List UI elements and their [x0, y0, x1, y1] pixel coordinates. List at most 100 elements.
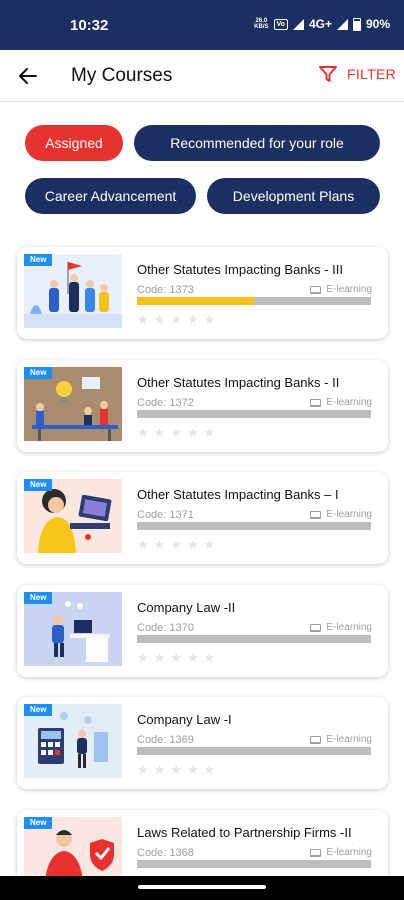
star-icon: ★ — [186, 425, 199, 440]
new-badge: New — [24, 817, 53, 829]
laptop-icon — [310, 623, 322, 632]
star-icon: ★ — [170, 537, 182, 552]
star-icon: ★ — [203, 312, 216, 327]
status-bar: 10:32 26.0 KB/S Vo 4G+ 90% — [0, 0, 404, 50]
laptop-icon — [310, 398, 322, 407]
star-icon: ★ — [153, 762, 166, 777]
progress-bar — [137, 297, 371, 305]
course-code: Code: 1370 — [137, 622, 194, 634]
course-thumbnail: New — [24, 367, 122, 441]
laptop-icon — [310, 285, 322, 294]
signal-icon — [292, 18, 304, 30]
status-time: 10:32 — [70, 17, 109, 34]
volte-icon: Vo — [273, 18, 288, 30]
app-bar: My Courses FILTER — [0, 50, 404, 102]
page-title: My Courses — [71, 65, 173, 86]
course-title: Company Law -II — [137, 600, 236, 615]
new-badge: New — [24, 367, 53, 379]
data-rate-indicator: 26.0 KB/S — [254, 18, 269, 30]
course-card[interactable]: New Company Law -I Code: 1369 E-learning… — [17, 697, 388, 789]
back-arrow-icon — [19, 68, 37, 84]
star-icon: ★ — [203, 537, 216, 552]
star-icon: ★ — [137, 312, 149, 327]
laptop-icon — [310, 510, 322, 519]
chip-career-advancement[interactable]: Career Advancement — [25, 178, 196, 214]
star-icon: ★ — [137, 650, 149, 665]
star-icon: ★ — [137, 762, 149, 777]
status-icons: 26.0 KB/S Vo 4G+ 90% — [254, 17, 390, 31]
course-type-label: E-learning — [326, 622, 372, 633]
course-card[interactable]: New Other Statutes Impacting Banks - II … — [17, 360, 388, 452]
course-code: Code: 1372 — [137, 397, 194, 409]
signal-icon-2 — [336, 18, 348, 30]
course-thumbnail: New — [24, 704, 122, 778]
course-type: E-learning — [310, 847, 372, 858]
star-icon: ★ — [203, 650, 216, 665]
rating-stars: ★ ★ ★ ★ ★ — [137, 313, 215, 326]
course-thumbnail: New — [24, 254, 122, 328]
star-icon: ★ — [186, 312, 199, 327]
star-icon: ★ — [137, 425, 149, 440]
course-code: Code: 1369 — [137, 734, 194, 746]
course-card[interactable]: New Other Statutes Impacting Banks - III… — [17, 247, 388, 339]
star-icon: ★ — [186, 650, 199, 665]
rating-stars: ★ ★ ★ ★ ★ — [137, 763, 215, 776]
course-title: Other Statutes Impacting Banks - II — [137, 375, 340, 390]
new-badge: New — [24, 704, 53, 716]
course-title: Company Law -I — [137, 712, 232, 727]
gesture-nav-bar — [0, 876, 404, 900]
star-icon: ★ — [170, 425, 182, 440]
progress-bar — [137, 860, 371, 868]
course-card[interactable]: New Company Law -II Code: 1370 E-learnin… — [17, 585, 388, 677]
star-icon: ★ — [153, 537, 166, 552]
course-type-label: E-learning — [326, 847, 372, 858]
laptop-icon — [310, 735, 322, 744]
course-type: E-learning — [310, 509, 372, 520]
course-card[interactable]: New Other Statutes Impacting Banks – I C… — [17, 472, 388, 564]
progress-bar — [137, 522, 371, 530]
course-type-label: E-learning — [326, 397, 372, 408]
funnel-icon — [319, 66, 337, 82]
course-thumbnail: New — [24, 479, 122, 553]
star-icon: ★ — [186, 762, 199, 777]
course-type-label: E-learning — [326, 734, 372, 745]
rating-stars: ★ ★ ★ ★ ★ — [137, 538, 215, 551]
battery-icon — [352, 17, 361, 31]
course-title: Other Statutes Impacting Banks – I — [137, 487, 339, 502]
course-thumbnail: New — [24, 592, 122, 666]
progress-bar — [137, 635, 371, 643]
star-icon: ★ — [170, 762, 182, 777]
course-type-label: E-learning — [326, 284, 372, 295]
rating-stars: ★ ★ ★ ★ ★ — [137, 651, 215, 664]
course-title: Laws Related to Partnership Firms -II — [137, 825, 352, 840]
chip-recommended[interactable]: Recommended for your role — [134, 125, 380, 161]
new-badge: New — [24, 479, 53, 491]
laptop-icon — [310, 848, 322, 857]
course-code: Code: 1368 — [137, 847, 194, 859]
course-type: E-learning — [310, 622, 372, 633]
course-type-label: E-learning — [326, 509, 372, 520]
home-indicator[interactable] — [138, 885, 266, 889]
chip-assigned[interactable]: Assigned — [25, 125, 123, 161]
star-icon: ★ — [170, 312, 182, 327]
progress-bar — [137, 410, 371, 418]
battery-level: 90% — [365, 17, 390, 31]
star-icon: ★ — [153, 312, 166, 327]
star-icon: ★ — [153, 425, 166, 440]
filter-button[interactable]: FILTER — [318, 64, 396, 84]
new-badge: New — [24, 254, 53, 266]
course-code: Code: 1371 — [137, 509, 194, 521]
star-icon: ★ — [153, 650, 166, 665]
back-button[interactable] — [14, 62, 42, 90]
progress-fill — [137, 297, 254, 305]
course-code: Code: 1373 — [137, 284, 194, 296]
progress-bar — [137, 747, 371, 755]
course-type: E-learning — [310, 397, 372, 408]
course-type: E-learning — [310, 284, 372, 295]
new-badge: New — [24, 592, 53, 604]
star-icon: ★ — [137, 537, 149, 552]
course-type: E-learning — [310, 734, 372, 745]
chip-development-plans[interactable]: Development Plans — [207, 178, 380, 214]
course-title: Other Statutes Impacting Banks - III — [137, 262, 343, 277]
star-icon: ★ — [203, 762, 216, 777]
